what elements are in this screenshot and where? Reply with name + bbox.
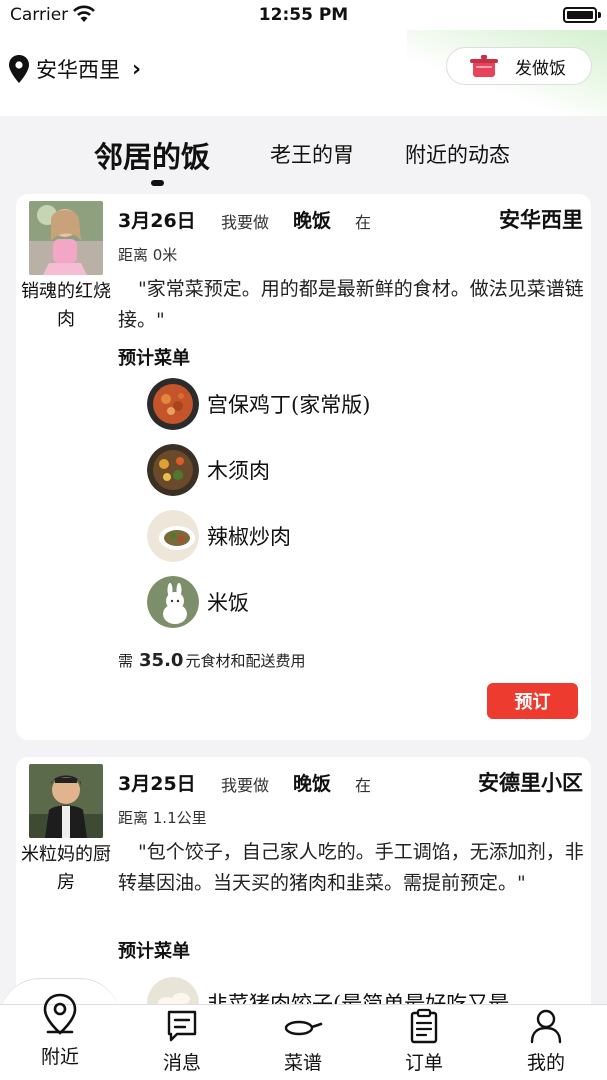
location-pin-icon — [43, 993, 77, 1035]
dish-item[interactable]: 辣椒炒肉 — [147, 510, 291, 562]
tab-label: 附近 — [40, 1046, 79, 1068]
post-date: 3月25日 — [118, 773, 196, 795]
battery-icon — [563, 7, 601, 23]
tab-label: 菜谱 — [283, 1052, 322, 1074]
feed-tabs: 邻居的饭 老王的胃 附近的动态 — [0, 116, 607, 192]
person-icon — [530, 1009, 562, 1044]
price-prefix: 需 — [118, 652, 134, 670]
location-name: 安华西里 — [36, 58, 120, 82]
message-icon — [167, 1010, 197, 1042]
tab-orders[interactable]: 订单 — [384, 1008, 464, 1075]
menu-title: 预计菜单 — [118, 348, 190, 369]
tab-neighbors-meals[interactable]: 邻居的饭 — [94, 134, 210, 176]
cook-name[interactable]: 米粒妈的厨房 — [20, 841, 112, 897]
cook-name[interactable]: 销魂的红烧肉 — [20, 278, 112, 334]
dish-name: 宫保鸡丁(家常版) — [207, 393, 371, 417]
tab-label: 消息 — [162, 1052, 201, 1074]
price-suffix: 元食材和配送费用 — [185, 652, 306, 670]
at-label: 在 — [355, 213, 372, 232]
cook-avatar[interactable] — [29, 764, 103, 838]
tab-recipes[interactable]: 菜谱 — [263, 1008, 343, 1075]
dish-photo — [147, 444, 199, 496]
i-want-label: 我要做 — [221, 213, 270, 232]
post-cooking-button[interactable]: 发做饭 — [446, 47, 592, 85]
clipboard-icon — [410, 1008, 438, 1044]
price-line: 需 35.0 元食材和配送费用 — [118, 650, 305, 671]
pot-icon — [470, 55, 498, 77]
meal-post-card[interactable]: 销魂的红烧肉 3月26日 我要做 晚饭 在 安华西里 距离 0米 "家常菜预定。… — [16, 194, 591, 740]
post-description: "包个饺子，自己家人吃的。手工调馅，无添加剂，非转基因油。当天买的猪肉和韭菜。需… — [118, 841, 584, 894]
post-cooking-label: 发做饭 — [515, 58, 566, 79]
location-pin-icon — [9, 55, 29, 83]
post-place: 安德里小区 — [478, 771, 583, 795]
i-want-label: 我要做 — [221, 776, 270, 795]
tab-nearby-activity[interactable]: 附近的动态 — [405, 139, 510, 169]
tab-messages[interactable]: 消息 — [142, 1008, 222, 1075]
post-distance: 距离 1.1公里 — [118, 809, 207, 827]
chevron-right-icon: › — [132, 56, 142, 82]
price-amount: 35.0 — [139, 650, 184, 671]
dish-item[interactable]: 木须肉 — [147, 444, 270, 496]
dish-photo — [147, 378, 199, 430]
frying-pan-icon — [284, 1020, 323, 1036]
tab-nearby[interactable]: 附近 — [20, 992, 100, 1069]
dish-item[interactable]: 米饭 — [147, 576, 249, 628]
top-header: 安华西里 › 发做饭 — [0, 30, 607, 116]
menu-title: 预计菜单 — [118, 941, 190, 962]
dish-item[interactable]: 宫保鸡丁(家常版) — [147, 378, 370, 430]
post-description: "家常菜预定。用的都是最新鲜的食材。做法见菜谱链接。" — [118, 278, 584, 331]
meal-type: 晚饭 — [293, 210, 332, 232]
status-time: 12:55 PM — [258, 5, 349, 25]
order-button[interactable]: 预订 — [487, 683, 578, 719]
meal-type: 晚饭 — [293, 773, 332, 795]
post-place: 安华西里 — [499, 208, 583, 232]
active-tab-indicator — [151, 180, 164, 186]
cook-avatar[interactable] — [29, 201, 103, 275]
status-bar: Carrier 12:55 PM — [0, 0, 607, 30]
dish-name: 辣椒炒肉 — [207, 525, 291, 549]
dish-name: 木须肉 — [207, 459, 270, 483]
post-date: 3月26日 — [118, 210, 196, 232]
dish-name: 米饭 — [207, 591, 249, 615]
at-label: 在 — [355, 776, 372, 795]
location-selector[interactable]: 安华西里 › — [8, 54, 141, 84]
post-distance: 距离 0米 — [118, 246, 178, 264]
tab-label: 我的 — [526, 1052, 565, 1074]
dish-photo — [147, 576, 199, 628]
tab-label: 订单 — [404, 1052, 443, 1074]
tab-me[interactable]: 我的 — [506, 1008, 586, 1075]
dish-photo — [147, 510, 199, 562]
tab-laowang-stomach[interactable]: 老王的胃 — [270, 139, 354, 169]
